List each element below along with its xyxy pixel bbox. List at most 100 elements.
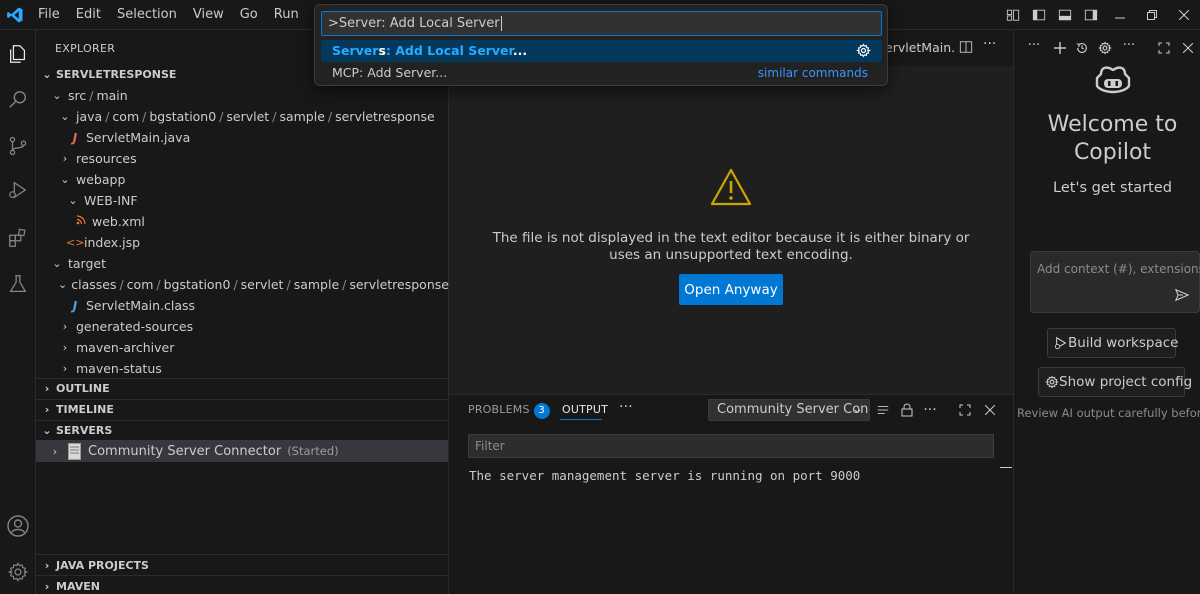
path-segment: sample <box>293 277 340 292</box>
word-wrap-icon[interactable] <box>874 401 892 419</box>
output-channel-select[interactable]: Community Server Con ⌄ <box>708 399 870 421</box>
show-project-config-button[interactable]: Show project config <box>1038 367 1192 397</box>
panel-more-icon[interactable]: ··· <box>619 399 633 415</box>
server-item-community[interactable]: › Community Server Connector (Started) <box>36 440 448 462</box>
tree-folder-resources[interactable]: › resources <box>36 148 448 169</box>
editor-tab-label[interactable]: ervletMain. <box>885 40 955 55</box>
tree-folder-target[interactable]: ⌄ target <box>36 253 448 274</box>
history-icon[interactable] <box>1074 40 1090 56</box>
configure-keybinding-gear-icon[interactable] <box>856 43 872 59</box>
folder-label: WEB-INF <box>84 193 138 208</box>
tree-folder-webinf[interactable]: ⌄ WEB-INF <box>36 190 448 211</box>
scroll-indicator <box>1000 467 1012 468</box>
menu-view[interactable]: View <box>185 0 232 30</box>
section-title: JAVA PROJECTS <box>56 559 149 572</box>
chevron-right-icon: › <box>62 320 68 333</box>
explorer-icon[interactable] <box>0 36 36 72</box>
server-name: Community Server Connector <box>88 443 282 459</box>
bottom-panel: PROBLEMS 3 OUTPUT ··· Community Server Co… <box>449 394 1013 594</box>
toggle-panel-icon[interactable] <box>1053 0 1077 30</box>
tree-folder-java-path[interactable]: ⌄ java / com / bgstation0/servlet / sample / ser… <box>36 106 448 127</box>
more-actions-icon[interactable]: ··· <box>1026 37 1042 53</box>
copilot-chat-input[interactable]: Add context (#), extensions <box>1030 251 1200 313</box>
close-window-icon[interactable] <box>1168 0 1200 30</box>
tab-output[interactable]: OUTPUT <box>562 403 608 416</box>
menu-file[interactable]: File <box>30 0 68 30</box>
path-segment: classes <box>71 277 117 292</box>
close-icon[interactable] <box>1180 40 1196 56</box>
menu-run[interactable]: Run <box>266 0 307 30</box>
ai-review-note: Review AI output carefully before use <box>1017 406 1200 420</box>
folder-label: maven-archiver <box>76 340 175 355</box>
panel-actions-more-icon[interactable]: ··· <box>921 401 939 419</box>
tree-file-webxml[interactable]: web.xml <box>36 211 448 232</box>
maximize-panel-icon[interactable] <box>956 401 974 419</box>
restore-icon[interactable] <box>1136 0 1168 30</box>
output-filter-input[interactable]: Filter <box>468 434 994 458</box>
menu-go[interactable]: Go <box>232 0 266 30</box>
settings-gear-icon[interactable] <box>1097 40 1113 56</box>
code-file-icon: <> <box>66 236 85 249</box>
section-servers[interactable]: ⌄ SERVERS <box>36 420 448 441</box>
send-icon[interactable] <box>1174 288 1190 306</box>
tree-file-indexjsp[interactable]: <> index.jsp <box>36 232 448 253</box>
settings-gear-icon[interactable] <box>0 554 36 590</box>
palette-item-ellipsis: ... <box>512 43 528 58</box>
close-panel-icon[interactable] <box>981 401 999 419</box>
section-timeline[interactable]: › TIMELINE <box>36 399 448 420</box>
toggle-primary-sidebar-icon[interactable] <box>1027 0 1051 30</box>
similar-commands-link[interactable]: similar commands <box>758 62 868 84</box>
menu-edit[interactable]: Edit <box>68 0 109 30</box>
new-chat-icon[interactable] <box>1052 40 1068 56</box>
palette-item-mcp-add-server[interactable]: MCP: Add Server... similar commands <box>321 62 882 84</box>
tree-folder-maven-archiver[interactable]: › maven-archiver <box>36 337 448 358</box>
section-java-projects[interactable]: › JAVA PROJECTS <box>36 555 448 576</box>
tree-file-servletmain-java[interactable]: J ServletMain.java <box>36 127 448 148</box>
tree-file-servletmain-class[interactable]: J ServletMain.class <box>36 295 448 316</box>
tree-folder-generated-sources[interactable]: › generated-sources <box>36 316 448 337</box>
minimize-icon[interactable] <box>1104 0 1136 30</box>
gear-icon <box>1045 375 1059 389</box>
tab-label: PROBLEMS <box>468 403 530 416</box>
maximize-icon[interactable] <box>1156 40 1172 56</box>
rss-xml-file-icon <box>74 215 88 228</box>
tree-folder-webapp[interactable]: ⌄ webapp <box>36 169 448 190</box>
tree-folder-src-main[interactable]: ⌄ src / main <box>36 85 448 106</box>
menu-selection[interactable]: Selection <box>109 0 185 30</box>
button-label: Show project config <box>1059 374 1193 390</box>
split-editor-icon[interactable] <box>959 40 973 58</box>
file-label: web.xml <box>92 214 145 229</box>
copilot-subtitle: Let's get started <box>1053 180 1172 196</box>
toggle-secondary-sidebar-icon[interactable] <box>1079 0 1103 30</box>
chevron-right-icon: › <box>44 580 50 593</box>
path-segment: src <box>68 88 87 103</box>
tree-folder-maven-status[interactable]: › maven-status <box>36 358 448 379</box>
chevron-right-icon: › <box>52 444 58 458</box>
source-control-icon[interactable] <box>0 128 36 164</box>
section-title: SERVERS <box>56 424 113 437</box>
message-line: uses an unsupported text encoding. <box>609 247 853 263</box>
section-outline[interactable]: › OUTLINE <box>36 378 448 399</box>
testing-icon[interactable] <box>0 266 36 302</box>
build-workspace-button[interactable]: Build workspace <box>1047 328 1178 358</box>
chevron-right-icon: › <box>44 403 50 416</box>
search-icon[interactable] <box>0 82 36 118</box>
class-file-icon: J <box>72 298 78 313</box>
lock-scroll-icon[interactable] <box>898 401 916 419</box>
view-more-icon[interactable]: ··· <box>1121 37 1137 53</box>
tree-folder-classes-path[interactable]: ⌄ classes / com / bgstation0/servlet / sample /… <box>36 274 449 295</box>
section-maven[interactable]: › MAVEN <box>36 576 448 594</box>
tab-problems[interactable]: PROBLEMS 3 <box>468 403 550 419</box>
account-icon[interactable] <box>0 508 36 544</box>
command-palette-input[interactable]: >Server: Add Local Server <box>321 11 882 36</box>
open-anyway-button[interactable]: Open Anyway <box>679 274 783 305</box>
palette-item-add-local-server[interactable]: Servers: Add Local Server... <box>321 40 882 62</box>
chevron-right-icon: › <box>62 341 68 354</box>
more-actions-icon[interactable]: ··· <box>983 36 996 52</box>
folder-label: generated-sources <box>76 319 194 334</box>
extensions-icon[interactable] <box>0 220 36 256</box>
chevron-right-icon: › <box>62 152 68 165</box>
customize-layout-icon[interactable] <box>1001 0 1025 30</box>
run-debug-icon[interactable] <box>0 172 36 208</box>
file-label: ServletMain.class <box>86 298 196 313</box>
